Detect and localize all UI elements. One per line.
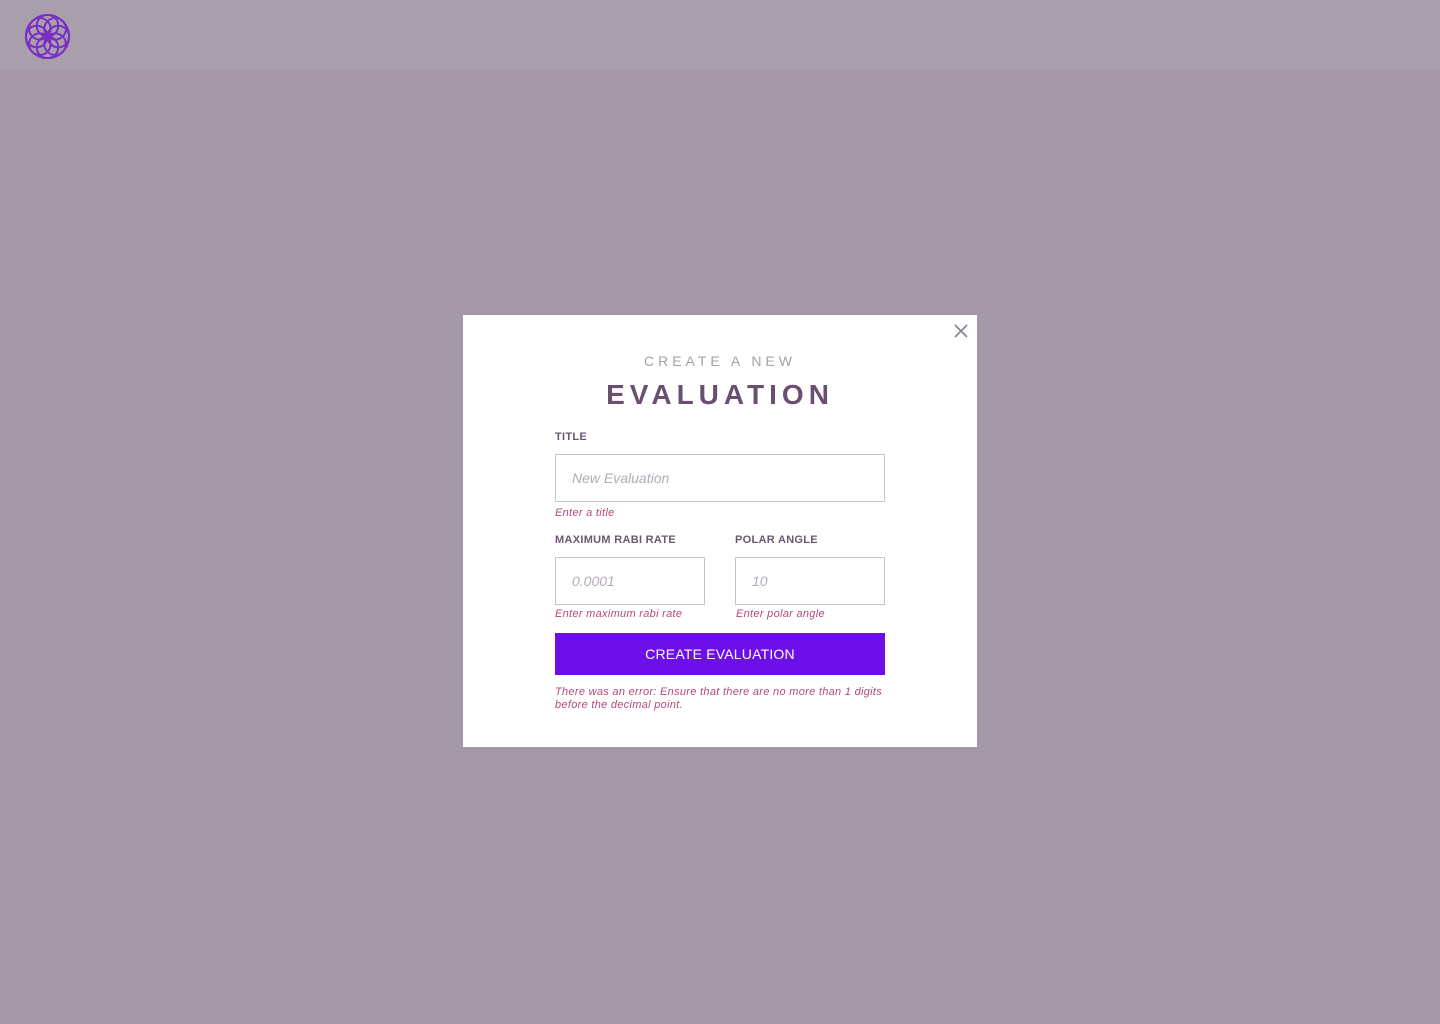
max-rabi-rate-hint: Enter maximum rabi rate [555,608,683,620]
modal-title: EVALUATION [606,379,834,410]
create-evaluation-button[interactable]: CREATE EVALUATION [555,633,885,675]
close-icon[interactable] [953,323,969,339]
top-bar [0,0,1440,71]
max-rabi-rate-label: MAXIMUM RABI RATE [555,534,676,546]
polar-angle-input[interactable] [735,557,885,605]
max-rabi-rate-input[interactable] [555,557,705,605]
error-message: There was an error: Ensure that there ar… [555,686,883,711]
polar-angle-hint: Enter polar angle [736,608,825,620]
title-input[interactable] [555,454,885,502]
create-evaluation-modal: CREATE A NEW EVALUATION TITLE Enter a ti… [463,315,977,747]
modal-subtitle: CREATE A NEW [644,353,796,369]
polar-angle-label: POLAR ANGLE [735,534,818,546]
title-hint: Enter a title [555,507,615,519]
flower-logo-icon[interactable] [23,12,72,61]
title-label: TITLE [555,431,588,443]
